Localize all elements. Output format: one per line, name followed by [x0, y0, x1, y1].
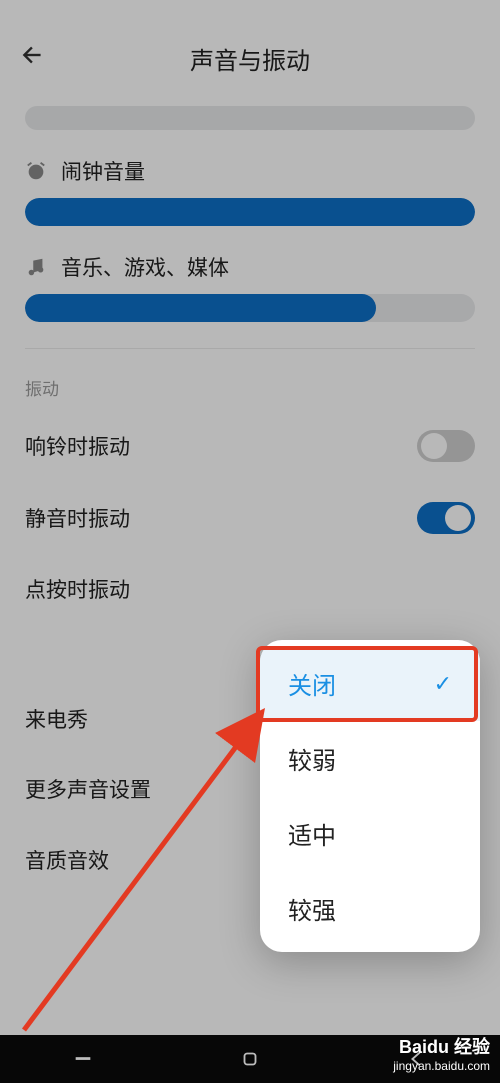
popup-option-weak[interactable]: 较弱 [260, 721, 480, 796]
nav-home-icon[interactable] [239, 1048, 261, 1070]
page-title: 声音与振动 [190, 41, 310, 76]
popup-option-label: 较弱 [288, 741, 336, 776]
vibrate-on-silent-toggle[interactable] [417, 502, 475, 534]
vibrate-on-silent-label: 静音时振动 [25, 503, 130, 533]
alarm-volume-text: 闹钟音量 [61, 156, 145, 186]
header: 声音与振动 [0, 28, 500, 88]
vibrate-on-ring-toggle[interactable] [417, 430, 475, 462]
sound-effects-label: 音质音效 [25, 845, 109, 875]
vibrate-on-touch-label: 点按时振动 [25, 574, 130, 604]
popup-option-label: 较强 [288, 891, 336, 926]
watermark-url: jingyan.baidu.com [393, 1059, 490, 1073]
more-sound-settings-label: 更多声音设置 [25, 774, 151, 804]
watermark-brand: Baidu 经验 [393, 1037, 490, 1059]
vibration-group-title: 振动 [25, 375, 475, 400]
back-icon[interactable] [20, 42, 46, 75]
popup-option-off[interactable]: 关闭 ✓ [260, 646, 480, 721]
watermark: Baidu 经验 jingyan.baidu.com [393, 1037, 490, 1073]
check-icon: ✓ [434, 671, 452, 697]
popup-option-label: 适中 [288, 816, 336, 851]
media-volume-text: 音乐、游戏、媒体 [61, 252, 229, 282]
caller-show-label: 来电秀 [25, 704, 88, 734]
alarm-volume-label: 闹钟音量 [25, 156, 475, 186]
status-bar [0, 0, 500, 28]
touch-vibration-popup: 关闭 ✓ 较弱 适中 较强 [260, 640, 480, 952]
vibrate-on-ring-label: 响铃时振动 [25, 431, 130, 461]
vibrate-on-silent-row[interactable]: 静音时振动 [0, 482, 500, 554]
alarm-volume-slider[interactable] [25, 198, 475, 226]
alarm-icon [25, 160, 49, 182]
popup-option-label: 关闭 [288, 666, 336, 701]
previous-slider-remnant[interactable] [25, 106, 475, 130]
vibrate-on-touch-row[interactable]: 点按时振动 [0, 554, 500, 624]
music-note-icon [25, 256, 49, 278]
popup-option-medium[interactable]: 适中 [260, 796, 480, 871]
vibrate-on-ring-row[interactable]: 响铃时振动 [0, 410, 500, 482]
popup-option-strong[interactable]: 较强 [260, 871, 480, 946]
nav-recent-icon[interactable] [72, 1048, 94, 1070]
media-volume-slider[interactable] [25, 294, 475, 322]
divider [25, 348, 475, 349]
media-volume-label: 音乐、游戏、媒体 [25, 252, 475, 282]
